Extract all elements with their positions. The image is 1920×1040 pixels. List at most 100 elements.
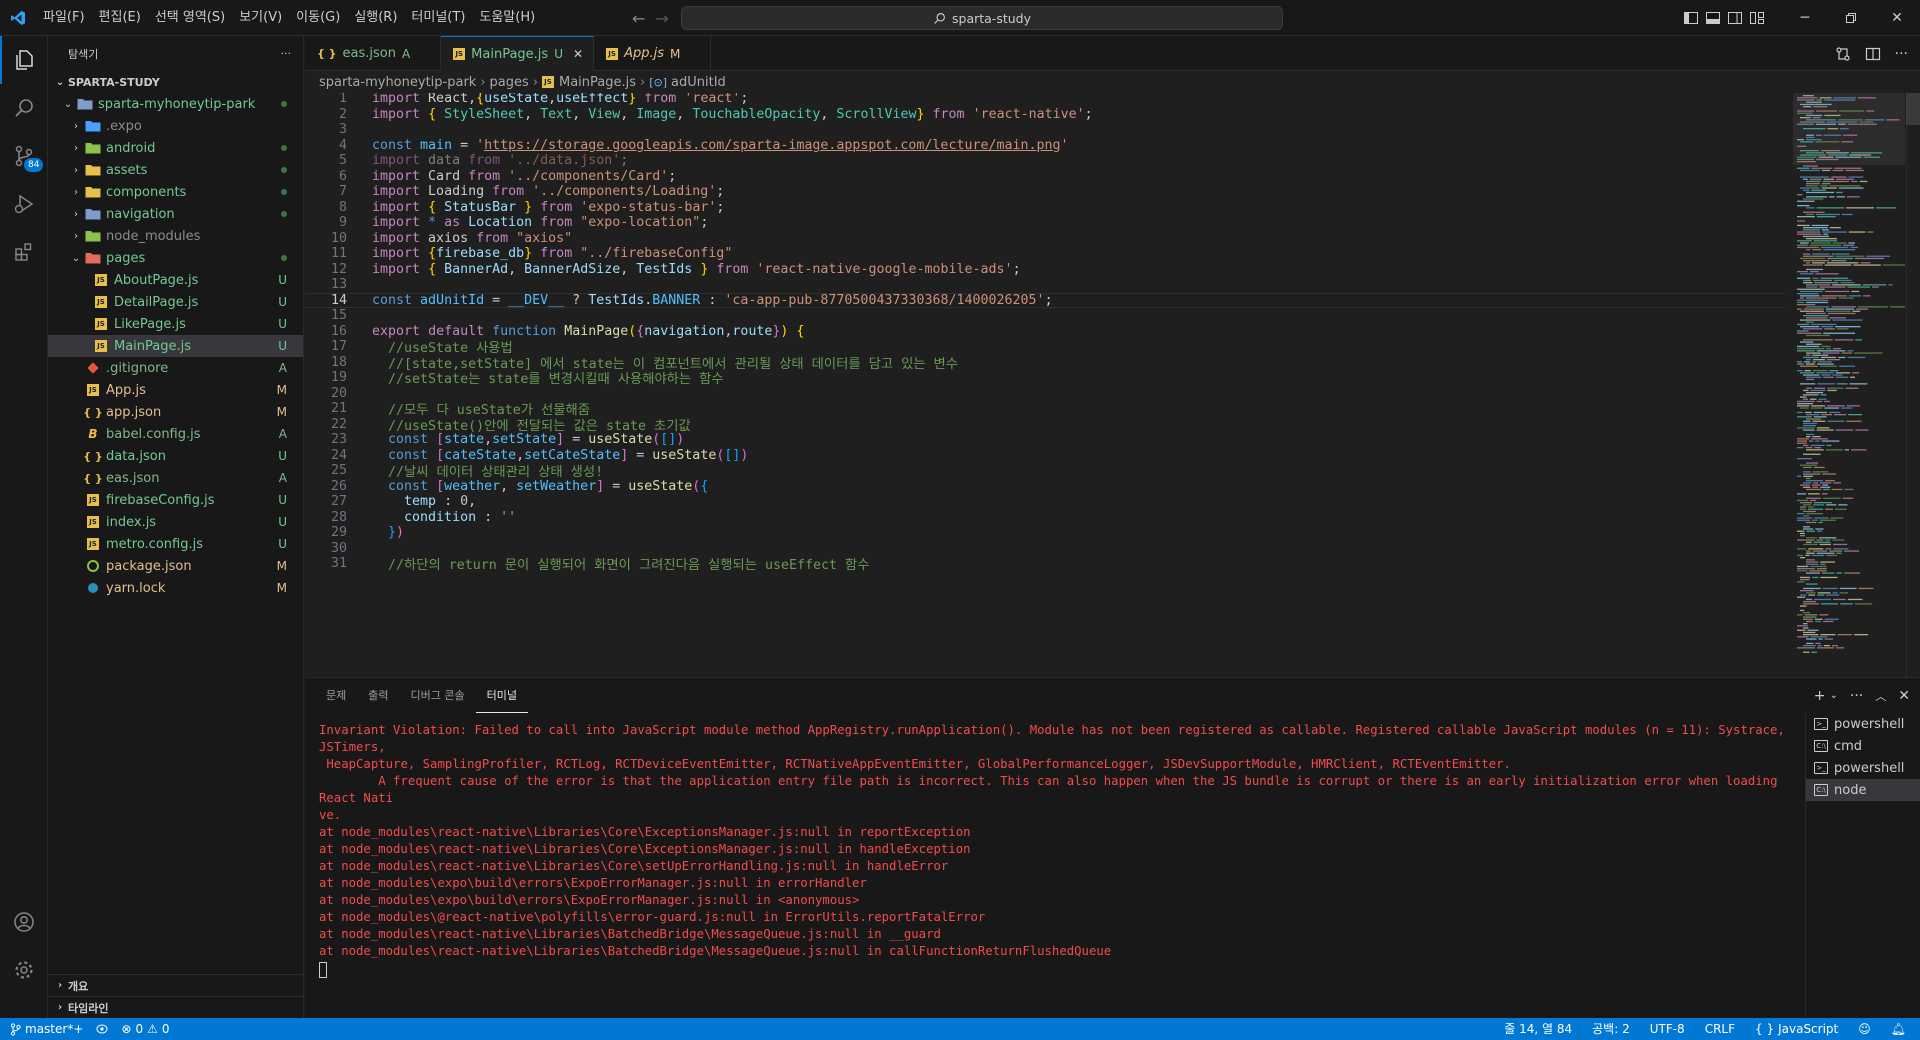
end-of-line[interactable]: CRLF — [1695, 1018, 1745, 1040]
more-actions-icon[interactable]: ··· — [281, 47, 292, 60]
tree-file[interactable]: { } app.json M — [48, 401, 303, 423]
tree-file[interactable]: JS App.js M — [48, 379, 303, 401]
minimize-icon[interactable]: ─ — [1782, 0, 1828, 36]
code-line[interactable]: 16 export default function MainPage({navi… — [305, 324, 1785, 340]
tree-file[interactable]: .gitignore A — [48, 357, 303, 379]
code-line[interactable]: 11 import {firebase_db} from "../firebase… — [305, 246, 1785, 262]
command-center-search[interactable]: sparta-study — [681, 6, 1283, 30]
code-line[interactable]: 19 //setState는 state를 변경시킬때 사용해야하는 함수 — [305, 370, 1785, 387]
menu-item[interactable]: 보기(V) — [232, 0, 289, 36]
code-line[interactable]: 10 import axios from "axios" — [305, 231, 1785, 247]
tree-file[interactable]: JS AboutPage.js U — [48, 269, 303, 291]
code-line[interactable]: 2 import { StyleSheet, Text, View, Image,… — [305, 107, 1785, 123]
indentation[interactable]: 공백: 2 — [1582, 1018, 1640, 1040]
code-line[interactable]: 8 import { StatusBar } from 'expo-status-… — [305, 200, 1785, 216]
close-tab-icon[interactable]: ✕ — [573, 47, 583, 61]
menu-item[interactable]: 편집(E) — [92, 0, 148, 36]
close-icon[interactable]: ✕ — [1874, 0, 1920, 36]
forward-arrow-icon[interactable]: → — [655, 9, 668, 28]
code-line[interactable]: 31 //하단의 return 문이 실행되어 화면이 그려진다음 실행되는 u… — [305, 556, 1785, 573]
open-changes-icon[interactable] — [1835, 46, 1851, 62]
tree-file[interactable]: JS DetailPage.js U — [48, 291, 303, 313]
toggle-secondary-sidebar-icon[interactable] — [1724, 0, 1746, 36]
back-arrow-icon[interactable]: ← — [632, 9, 645, 28]
restore-icon[interactable] — [1828, 0, 1874, 36]
tree-folder[interactable]: › .expo — [48, 115, 303, 137]
terminal-instance[interactable]: >_ powershell — [1806, 713, 1920, 735]
language-mode[interactable]: { } JavaScript — [1745, 1018, 1848, 1040]
code-line[interactable]: 15 — [305, 308, 1785, 324]
code-line[interactable]: 7 import Loading from '../components/Load… — [305, 184, 1785, 200]
code-line[interactable]: 1 import React,{useState,useEffect} from … — [305, 93, 1785, 107]
code-line[interactable]: 23 const [state,setState] = useState([]) — [305, 432, 1785, 448]
notifications-bell-icon[interactable]: 🔔︎ — [1881, 1018, 1916, 1040]
tree-folder[interactable]: › assets — [48, 159, 303, 181]
tree-file[interactable]: JS LikePage.js U — [48, 313, 303, 335]
panel-tab[interactable]: 터미널 — [475, 679, 528, 713]
maximize-panel-icon[interactable]: ︿ — [1875, 688, 1886, 704]
menu-item[interactable]: 실행(R) — [347, 0, 404, 36]
activity-manage[interactable] — [0, 946, 48, 994]
tree-file[interactable]: yarn.lock M — [48, 577, 303, 599]
terminal-instance[interactable]: >_ powershell — [1806, 757, 1920, 779]
activity-extensions[interactable] — [0, 228, 48, 276]
menu-item[interactable]: 선택 영역(S) — [148, 0, 232, 36]
activity-run-debug[interactable] — [0, 180, 48, 228]
feedback-icon[interactable]: ☺ — [1848, 1018, 1881, 1040]
code-line[interactable]: 12 import { BannerAd, BannerAdSize, TestI… — [305, 262, 1785, 278]
tree-file[interactable]: { } data.json U — [48, 445, 303, 467]
activity-explorer[interactable] — [0, 36, 48, 84]
code-editor[interactable]: 1 import React,{useState,useEffect} from … — [305, 93, 1920, 677]
tree-file[interactable]: { } eas.json A — [48, 467, 303, 489]
terminal-instance[interactable]: C:\ cmd — [1806, 735, 1920, 757]
activity-accounts[interactable] — [0, 898, 48, 946]
customize-layout-icon[interactable] — [1746, 0, 1768, 36]
tree-folder[interactable]: ⌄ pages — [48, 247, 303, 269]
menu-item[interactable]: 이동(G) — [289, 0, 347, 36]
breadcrumb-folder[interactable]: sparta-myhoneytip-park — [319, 75, 476, 90]
tree-folder[interactable]: ⌄ sparta-myhoneytip-park — [48, 93, 303, 115]
git-branch[interactable]: master*+ — [0, 1018, 89, 1040]
terminal-output[interactable]: Invariant Violation: Failed to call into… — [319, 722, 1791, 1012]
code-line[interactable]: 14 const adUnitId = __DEV__ ? TestIds.BAN… — [305, 292, 1785, 308]
code-line[interactable]: 28 condition : '' — [305, 510, 1785, 526]
editor-tab[interactable]: { } eas.json A — [305, 36, 442, 71]
panel-tab[interactable]: 출력 — [357, 679, 399, 712]
breadcrumb-symbol[interactable]: adUnitId — [671, 75, 726, 90]
code-line[interactable]: 3 — [305, 122, 1785, 138]
panel-tab[interactable]: 문제 — [315, 679, 357, 712]
tree-folder[interactable]: › node_modules — [48, 225, 303, 247]
sync-icon[interactable] — [89, 1023, 115, 1035]
breadcrumb-file[interactable]: MainPage.js — [559, 75, 636, 90]
tree-file[interactable]: JS firebaseConfig.js U — [48, 489, 303, 511]
code-line[interactable]: 13 — [305, 277, 1785, 293]
minimap-slider[interactable] — [1793, 93, 1905, 165]
editor-scrollbar[interactable] — [1906, 93, 1920, 677]
breadcrumb-folder[interactable]: pages — [490, 75, 529, 90]
toggle-panel-icon[interactable] — [1702, 0, 1724, 36]
tree-folder[interactable]: › navigation — [48, 203, 303, 225]
code-line[interactable]: 25 //날씨 데이터 상태관리 상태 생성! — [305, 463, 1785, 480]
tree-file[interactable]: Bbabel.config.js A — [48, 423, 303, 445]
menu-item[interactable]: 터미널(T) — [404, 0, 472, 36]
scrollbar-thumb[interactable] — [1906, 93, 1920, 125]
code-line[interactable]: 22 //useState()안에 전달되는 값은 state 초기값 — [305, 417, 1785, 434]
split-editor-icon[interactable] — [1865, 46, 1881, 62]
code-line[interactable]: 27 temp : 0, — [305, 494, 1785, 510]
new-terminal-icon[interactable]: + — [1814, 688, 1826, 704]
problems-summary[interactable]: ⊗ 0 ⚠ 0 — [115, 1018, 175, 1040]
cursor-position[interactable]: 줄 14, 열 84 — [1494, 1018, 1582, 1040]
chevron-down-icon[interactable]: ⌄ — [1830, 690, 1838, 701]
more-actions-icon[interactable]: ··· — [1895, 46, 1908, 62]
code-line[interactable]: 29 }) — [305, 525, 1785, 541]
tree-folder[interactable]: › components — [48, 181, 303, 203]
tree-folder[interactable]: › android — [48, 137, 303, 159]
tree-file[interactable]: JS MainPage.js U — [48, 335, 303, 357]
activity-source-control[interactable]: 84 — [0, 132, 48, 180]
menu-item[interactable]: 파일(F) — [36, 0, 92, 36]
timeline-pane[interactable]: › 타임라인 — [48, 996, 304, 1018]
minimap[interactable] — [1793, 93, 1905, 677]
code-line[interactable]: 5 import data from '../data.json'; — [305, 153, 1785, 169]
close-panel-icon[interactable]: ✕ — [1898, 688, 1910, 704]
more-actions-icon[interactable]: ··· — [1850, 688, 1863, 704]
